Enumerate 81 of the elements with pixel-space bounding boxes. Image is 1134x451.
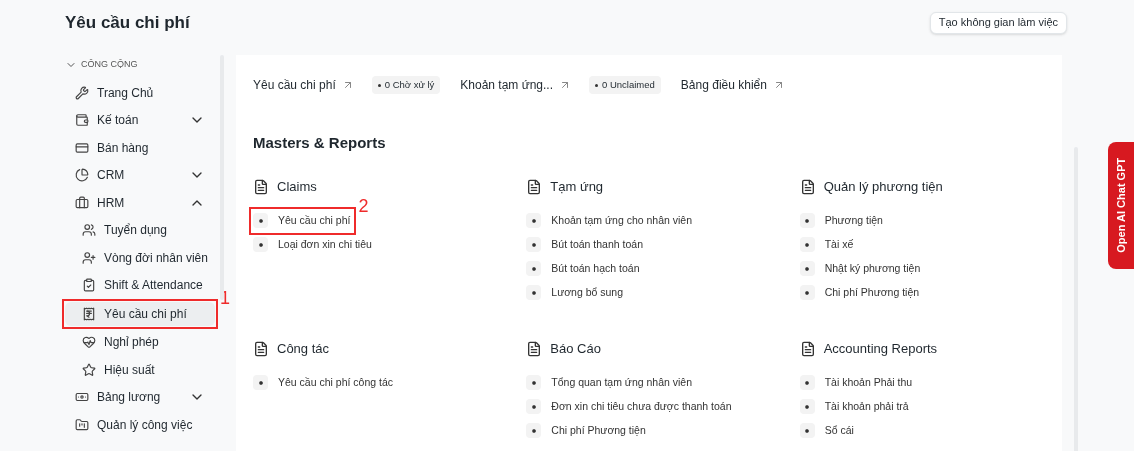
sidebar-subitem[interactable]: Nghỉ phép — [65, 328, 215, 356]
sidebar-item[interactable]: HRM — [65, 189, 215, 217]
bullet-icon — [526, 237, 542, 252]
sidebar-item[interactable]: Trang Chủ — [65, 79, 215, 107]
document-icon — [799, 178, 816, 195]
document-icon — [799, 340, 816, 357]
count-badge: 0 Unclaimed — [589, 76, 661, 94]
side-tab-button[interactable]: Open AI Chat GPT — [1108, 142, 1134, 269]
report-link[interactable]: Tài khoản Phải thu — [824, 374, 913, 391]
report-link[interactable]: Tài xế — [824, 236, 854, 253]
bullet-icon — [799, 375, 815, 390]
report-link[interactable]: Chi phí Phương tiện — [824, 284, 920, 301]
report-link[interactable]: Bút toán thanh toán — [551, 236, 643, 253]
bullet-icon — [526, 375, 542, 390]
bullet-icon — [799, 423, 815, 438]
bullet-icon — [799, 285, 815, 300]
sidebar-subitem[interactable]: Hiệu suất — [65, 356, 215, 384]
shortcut-link[interactable]: Bảng điều khiển — [680, 76, 785, 94]
report-link[interactable]: Loại đơn xin chi tiêu — [278, 236, 372, 253]
report-link[interactable]: Phương tiện — [824, 212, 883, 229]
shortcut-link[interactable]: Khoản tạm ứng... — [460, 76, 572, 94]
sidebar-item[interactable]: Bán hàng — [65, 134, 215, 162]
sidebar-subitem[interactable]: Shift & Attendance — [65, 271, 215, 299]
report-link[interactable]: Sổ cái — [824, 422, 854, 439]
bullet-icon — [253, 375, 268, 390]
card-title: Báo Cáo — [550, 339, 601, 358]
report-link[interactable]: Lương bổ sung — [551, 284, 624, 301]
menu-icon — [75, 195, 89, 210]
document-icon — [526, 340, 543, 357]
bullet-icon — [526, 285, 542, 300]
report-link[interactable]: Yêu cầu chi phí công tác — [278, 374, 393, 391]
menu-icon — [75, 85, 89, 100]
card-title: Quản lý phương tiện — [823, 177, 943, 196]
menu-icon — [82, 306, 96, 321]
create-workspace-button[interactable]: Tạo không gian làm việc — [929, 11, 1067, 34]
bullet-icon — [253, 213, 268, 228]
menu-icon — [75, 417, 89, 432]
card-title: Công tác — [277, 339, 330, 358]
report-link[interactable]: Tổng quan tạm ứng nhân viên — [551, 374, 693, 391]
report-link[interactable]: Chi phí Phương tiện — [551, 422, 646, 439]
count-badge: 0 Chờ xử lý — [371, 76, 441, 94]
section-label: CÔNG CỘNG — [81, 58, 138, 72]
sidebar-item[interactable]: Kế toán — [65, 106, 215, 134]
section-title: Masters & Reports — [253, 133, 387, 153]
bullet-icon — [526, 261, 542, 276]
report-link[interactable]: Bút toán hạch toán — [551, 260, 640, 277]
bullet-icon — [799, 213, 815, 228]
sidebar-subitem[interactable]: Tuyển dụng — [65, 216, 215, 244]
menu-icon — [75, 113, 89, 128]
sidebar-item[interactable]: CRM — [65, 161, 215, 189]
document-icon — [253, 340, 269, 357]
menu-icon — [82, 223, 96, 238]
menu-icon — [75, 168, 89, 183]
bullet-icon — [526, 213, 542, 228]
report-link[interactable]: Đơn xin chi tiêu chưa được thanh toán — [551, 398, 732, 415]
card-title: Tạm ứng — [550, 177, 604, 196]
menu-icon — [82, 335, 96, 350]
sidebar-item[interactable]: Quản lý công việc — [65, 411, 215, 439]
report-link[interactable]: Khoản tạm ứng cho nhân viên — [551, 212, 693, 229]
menu-icon — [82, 278, 96, 293]
report-link[interactable]: Nhật ký phương tiện — [824, 260, 921, 277]
card-title: Accounting Reports — [823, 339, 938, 358]
shortcut-link[interactable]: Yêu cầu chi phí — [253, 76, 354, 94]
bullet-icon — [799, 399, 815, 414]
callout-number: 2 — [358, 196, 369, 215]
bullet-icon — [526, 399, 542, 414]
report-link[interactable]: Tài khoản phải trả — [824, 398, 909, 415]
page-title: Yêu cầu chi phí — [65, 11, 190, 34]
bullet-icon — [526, 423, 542, 438]
document-icon — [526, 178, 543, 195]
menu-icon — [82, 362, 96, 377]
menu-icon — [82, 250, 96, 265]
bullet-icon — [799, 261, 815, 276]
document-icon — [253, 178, 269, 195]
bullet-icon — [253, 237, 268, 252]
card-title: Claims — [277, 177, 317, 196]
sidebar-item[interactable]: Bảng lương — [65, 383, 215, 411]
sidebar-subitem[interactable]: Vòng đời nhân viên — [65, 244, 215, 272]
bullet-icon — [799, 237, 815, 252]
sidebar-subitem[interactable]: Yêu cầu chi phí — [65, 302, 215, 326]
menu-icon — [75, 140, 89, 155]
